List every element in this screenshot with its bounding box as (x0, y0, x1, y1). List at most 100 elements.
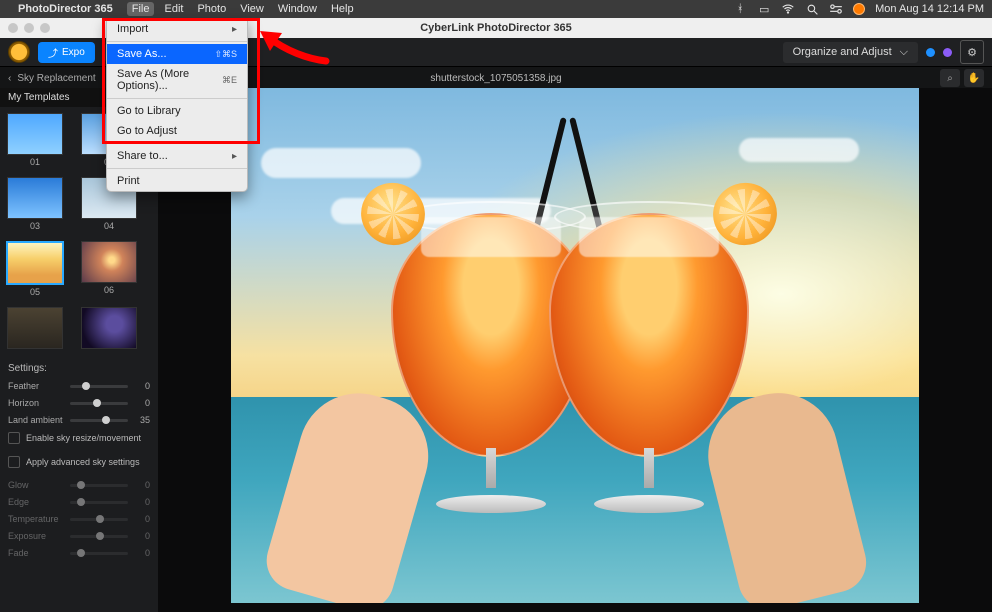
menu-item-share-to[interactable]: Share to...▸ (107, 146, 247, 166)
thumb-caption: 05 (30, 287, 40, 297)
settings-button[interactable]: ⚙ (960, 40, 984, 64)
user-dot-icon[interactable] (943, 48, 952, 57)
slider-horizon[interactable]: Horizon 0 (8, 398, 150, 408)
slider-value: 0 (134, 398, 150, 408)
gear-icon: ⚙ (967, 46, 977, 59)
slider-value: 35 (134, 415, 150, 425)
menu-item-go-to-adjust[interactable]: Go to Adjust (107, 121, 247, 141)
thumb-caption: 06 (104, 285, 114, 295)
menu-item-label: Save As (More Options)... (117, 68, 222, 92)
checkbox-icon (8, 456, 20, 468)
organize-adjust-dropdown[interactable]: Organize and Adjust ⌵ (783, 42, 918, 63)
bluetooth-icon[interactable]: ᚼ (733, 2, 747, 16)
mac-menubar: PhotoDirector 365 File Edit Photo View W… (0, 0, 992, 18)
pan-tool-button[interactable]: ✋ (964, 69, 984, 87)
sky-template-05[interactable] (6, 241, 64, 285)
slider-value: 0 (134, 381, 150, 391)
slider-track[interactable] (70, 385, 128, 388)
canvas-area (158, 88, 992, 612)
slider-track (70, 535, 128, 538)
app-logo-icon[interactable] (8, 41, 30, 63)
current-filename: shutterstock_1075051358.jpg (430, 73, 561, 84)
sky-template-06[interactable] (81, 241, 137, 283)
slider-track (70, 484, 128, 487)
menu-item-label: Import (117, 23, 148, 35)
menubar-view[interactable]: View (240, 3, 264, 15)
chevron-left-icon[interactable]: ‹ (8, 73, 11, 84)
minimize-icon[interactable] (24, 23, 34, 33)
sky-template-03[interactable] (7, 177, 63, 219)
chevron-down-icon: ⌵ (900, 46, 908, 59)
thumb-caption: 03 (30, 221, 40, 231)
thumb-caption: 01 (30, 157, 40, 167)
menu-item-label: Go to Adjust (117, 125, 177, 137)
slider-label: Fade (8, 548, 64, 558)
slider-label: Glow (8, 480, 64, 490)
traffic-lights[interactable] (8, 23, 50, 33)
settings-header: Settings: (8, 363, 150, 374)
slider-label: Horizon (8, 398, 64, 408)
file-menu: Import▸Save As...⇧⌘SSave As (More Option… (106, 18, 248, 192)
zoom-icon[interactable] (40, 23, 50, 33)
slider-track[interactable] (70, 419, 128, 422)
controlcenter-icon[interactable] (829, 2, 843, 16)
hand-icon: ✋ (968, 73, 980, 84)
checkbox-icon (8, 432, 20, 444)
export-button[interactable]: ⤴ Expo (38, 42, 95, 63)
sky-template-01[interactable] (7, 113, 63, 155)
menu-item-label: Go to Library (117, 105, 181, 117)
organize-label: Organize and Adjust (793, 46, 892, 58)
menubar-edit[interactable]: Edit (164, 3, 183, 15)
slider-label: Edge (8, 497, 64, 507)
notification-dot-blue[interactable] (926, 48, 935, 57)
menu-item-import[interactable]: Import▸ (107, 19, 247, 39)
export-label: Expo (62, 47, 85, 58)
menubar-file[interactable]: File (127, 2, 155, 16)
menubar-app[interactable]: PhotoDirector 365 (18, 3, 113, 15)
menu-item-label: Print (117, 175, 140, 187)
slider-label: Feather (8, 381, 64, 391)
search-icon: ⌕ (947, 73, 953, 84)
menu-item-shortcut: ⌘E (222, 75, 237, 86)
thumb-caption: 04 (104, 221, 114, 231)
spotlight-icon[interactable] (805, 2, 819, 16)
sky-template-07[interactable] (7, 307, 63, 349)
slider-exposure: Exposure 0 (8, 531, 150, 541)
close-icon[interactable] (8, 23, 18, 33)
enable-sky-resize-checkbox[interactable]: Enable sky resize/movement (8, 432, 150, 444)
slider-track (70, 501, 128, 504)
menu-item-save-as-more-options[interactable]: Save As (More Options)...⌘E (107, 64, 247, 96)
slider-label: Temperature (8, 514, 64, 524)
advanced-sky-checkbox[interactable]: Apply advanced sky settings (8, 456, 150, 468)
menubar-help[interactable]: Help (331, 3, 354, 15)
slider-value: 0 (134, 531, 150, 541)
menu-item-go-to-library[interactable]: Go to Library (107, 101, 247, 121)
menu-item-print[interactable]: Print (107, 171, 247, 191)
slider-glow: Glow 0 (8, 480, 150, 490)
wifi-icon[interactable] (781, 2, 795, 16)
slider-track[interactable] (70, 402, 128, 405)
slider-land-ambient[interactable]: Land ambient 35 (8, 415, 150, 425)
breadcrumb[interactable]: Sky Replacement (17, 73, 95, 84)
screenmirror-icon[interactable]: ▭ (757, 2, 771, 16)
slider-value: 0 (134, 480, 150, 490)
slider-fade: Fade 0 (8, 548, 150, 558)
chevron-right-icon: ▸ (232, 151, 237, 162)
image-preview[interactable] (231, 88, 919, 603)
upload-icon: ⤴ (48, 45, 58, 60)
image-glass-right (539, 153, 759, 513)
slider-label: Land ambient (8, 415, 64, 425)
menu-item-save-as[interactable]: Save As...⇧⌘S (107, 44, 247, 64)
sky-template-08[interactable] (81, 307, 137, 349)
slider-label: Exposure (8, 531, 64, 541)
slider-temperature: Temperature0 (8, 514, 150, 524)
chevron-right-icon: › (102, 73, 105, 84)
badge-icon[interactable] (853, 3, 865, 15)
zoom-tool-button[interactable]: ⌕ (940, 69, 960, 87)
menubar-window[interactable]: Window (278, 3, 317, 15)
slider-value: 0 (134, 548, 150, 558)
menubar-photo[interactable]: Photo (197, 3, 226, 15)
menubar-clock[interactable]: Mon Aug 14 12:14 PM (875, 3, 984, 15)
menu-item-shortcut: ⇧⌘S (214, 49, 237, 60)
slider-feather[interactable]: Feather 0 (8, 381, 150, 391)
